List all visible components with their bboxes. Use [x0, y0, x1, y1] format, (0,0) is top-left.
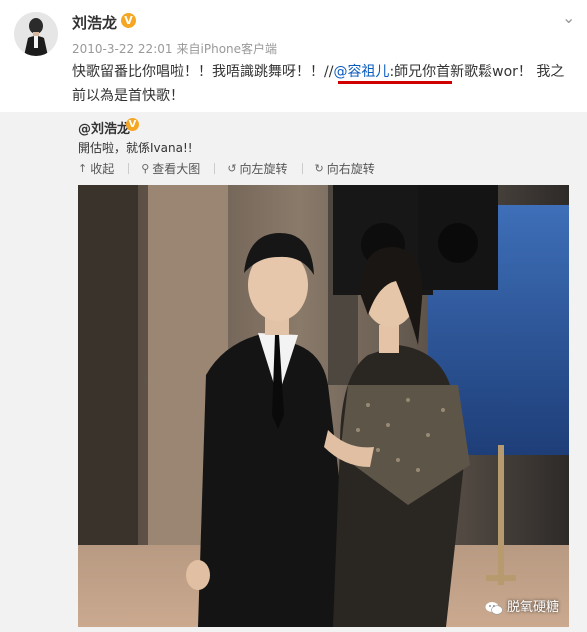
post-username[interactable]: 刘浩龙 [72, 12, 117, 33]
post-text-before: 快歌留番比你唱啦！！我唔識跳舞呀！！// [72, 64, 334, 80]
rotate-left-icon: ↺ [227, 162, 237, 175]
avatar[interactable] [14, 12, 58, 56]
rotate-right-button[interactable]: ↻ 向右旋转 [315, 160, 375, 177]
source-prefix: 来自 [176, 42, 201, 56]
toolbar-divider [214, 163, 216, 174]
image-toolbar: ↑ 收起 ⚲ 查看大图 ↺ 向左旋转 ↻ 向右旋转 [78, 160, 389, 180]
verified-badge-icon: V [126, 118, 139, 131]
rotate-right-icon: ↻ [314, 162, 324, 175]
mention-link[interactable]: @容祖儿 [333, 64, 389, 80]
post-meta: 2010-3-22 22:01 来自iPhone客户端 [72, 40, 281, 57]
post-source[interactable]: iPhone客户端 [201, 42, 278, 56]
highlight-underline [338, 81, 452, 84]
verified-badge-icon: V [121, 13, 136, 28]
watermark-text: 脱氧硬糖 [507, 600, 560, 615]
view-large-button[interactable]: ⚲ 查看大图 [141, 160, 200, 177]
rotate-left-button[interactable]: ↺ 向左旋转 [227, 160, 287, 177]
collapse-label: 收起 [90, 162, 115, 176]
toolbar-divider [301, 163, 303, 174]
quoted-username[interactable]: @刘浩龙 [78, 118, 130, 137]
post-photo[interactable] [78, 185, 569, 627]
quoted-text: 開估啦，就係Ivana!! [78, 141, 193, 155]
collapse-button[interactable]: ↑ 收起 [78, 160, 114, 177]
rotate-left-label: 向左旋转 [239, 162, 288, 176]
photo-scene [78, 185, 569, 627]
collapse-icon: ↑ [78, 162, 88, 175]
view-large-label: 查看大图 [152, 162, 201, 176]
toolbar-divider [128, 163, 130, 174]
post-text: 快歌留番比你唱啦！！我唔識跳舞呀！！//@容祖儿:師兄你首新歌鬆wor！ 我之前… [72, 60, 577, 108]
wechat-logo-icon [485, 601, 503, 615]
chevron-down-icon[interactable]: ⌄ [562, 8, 575, 27]
watermark: 脱氧硬糖 [485, 596, 559, 615]
zoom-in-icon: ⚲ [141, 162, 150, 175]
post-timestamp[interactable]: 2010-3-22 22:01 [72, 42, 173, 56]
rotate-right-label: 向右旋转 [326, 162, 375, 176]
